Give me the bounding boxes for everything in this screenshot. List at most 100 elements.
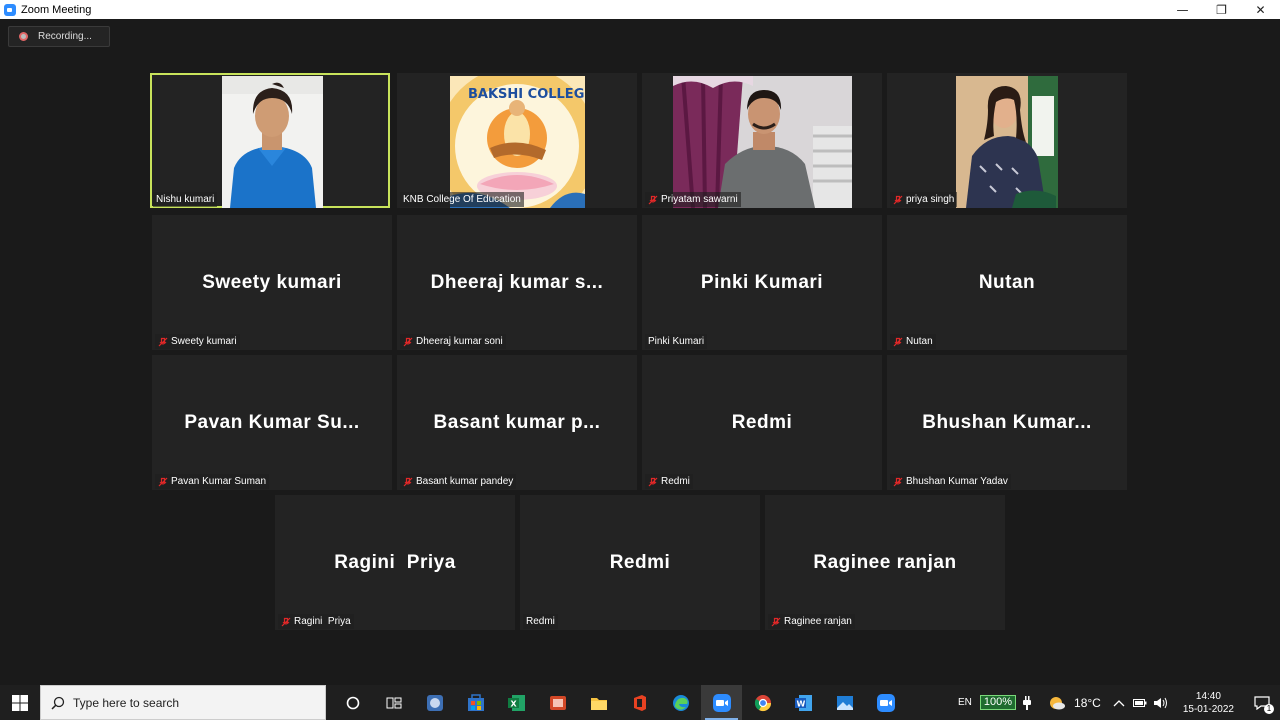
video-feed-priyatam	[673, 76, 852, 208]
microphone-muted-icon	[893, 477, 903, 487]
system-tray: EN 100% 18°C 14:40 15-01-2022 1	[958, 685, 1280, 720]
close-button[interactable]: ✕	[1241, 0, 1280, 19]
taskbar-apps: X W	[332, 685, 906, 720]
participant-display-name: Bhushan Kumar...	[922, 411, 1092, 433]
store-icon[interactable]	[455, 685, 496, 720]
participant-display-name: Raginee ranjan	[813, 551, 957, 573]
chrome-icon[interactable]	[742, 685, 783, 720]
participant-tile[interactable]: Basant kumar p... Basant kumar pandey	[397, 355, 637, 490]
window-title: Zoom Meeting	[21, 3, 92, 16]
zoom-icon[interactable]	[701, 685, 742, 720]
participant-name-tag: priya singh	[890, 192, 958, 207]
volume-icon[interactable]	[1153, 696, 1169, 710]
participant-tile[interactable]: Raginee ranjan Raginee ranjan	[765, 495, 1005, 630]
microphone-muted-icon	[281, 617, 291, 627]
clock-time: 14:40	[1195, 690, 1221, 702]
taskbar: Type here to search X W EN 100% 18°C 14:…	[0, 685, 1280, 720]
participant-name-tag: Ragini Priya	[278, 614, 354, 629]
participant-tile[interactable]: Redmi Redmi	[520, 495, 760, 630]
start-button[interactable]	[0, 685, 40, 720]
power-plug-icon	[1023, 695, 1032, 710]
temperature[interactable]: 18°C	[1074, 696, 1101, 710]
zoom-app-icon	[4, 3, 16, 16]
video-feed-priya	[956, 76, 1058, 208]
file-explorer-icon[interactable]	[578, 685, 619, 720]
participant-name-tag: Redmi	[523, 614, 558, 629]
video-feed-college-logo: BAKSHI COLLEGE OF E	[450, 76, 585, 208]
windows-logo-icon	[12, 694, 28, 711]
svg-text:W: W	[796, 699, 805, 708]
participant-tile[interactable]: BAKSHI COLLEGE OF E KNB College Of Educa…	[397, 73, 637, 208]
edge-icon[interactable]	[660, 685, 701, 720]
restore-button[interactable]: ❐	[1202, 0, 1241, 19]
photos-icon[interactable]	[824, 685, 865, 720]
participant-display-name: Ragini Priya	[334, 551, 456, 573]
participant-tile[interactable]: priya singh	[887, 73, 1127, 208]
notification-count: 1	[1264, 704, 1274, 714]
participant-tile[interactable]: Redmi Redmi	[642, 355, 882, 490]
participant-tile[interactable]: Bhushan Kumar... Bhushan Kumar Yadav	[887, 355, 1127, 490]
clock-date: 15-01-2022	[1182, 703, 1234, 715]
svg-text:BAKSHI COLLEGE OF E: BAKSHI COLLEGE OF E	[468, 87, 585, 102]
microphone-muted-icon	[893, 337, 903, 347]
participant-display-name: Dheeraj kumar s...	[430, 271, 604, 293]
microphone-muted-icon	[403, 337, 413, 347]
svg-text:X: X	[510, 699, 517, 708]
office-icon[interactable]	[619, 685, 660, 720]
search-placeholder: Type here to search	[73, 695, 180, 710]
participant-display-name: Basant kumar p...	[433, 411, 601, 433]
participant-display-name: Sweety kumari	[202, 271, 342, 293]
participant-display-name: Pinki Kumari	[700, 271, 824, 293]
participant-tile[interactable]: Sweety kumari Sweety kumari	[152, 215, 392, 350]
participant-tile[interactable]: Ragini Priya Ragini Priya	[275, 495, 515, 630]
participant-name-tag: Redmi	[645, 474, 693, 489]
participant-tile[interactable]: Pinki Kumari Pinki Kumari	[642, 215, 882, 350]
participant-name-tag: Raginee ranjan	[768, 614, 855, 629]
microphone-muted-icon	[158, 477, 168, 487]
word-icon[interactable]: W	[783, 685, 824, 720]
excel-icon[interactable]: X	[496, 685, 537, 720]
participant-tile[interactable]: Dheeraj kumar s... Dheeraj kumar soni	[397, 215, 637, 350]
task-view-icon[interactable]	[373, 685, 414, 720]
participant-tile[interactable]: Nutan Nutan	[887, 215, 1127, 350]
participant-name-tag: Bhushan Kumar Yadav	[890, 474, 1011, 489]
participant-name-tag: KNB College Of Education	[400, 192, 524, 207]
cortana-icon[interactable]	[332, 685, 373, 720]
meeting-area: Recording... Nishu kumari BAKSHI COLLEG …	[0, 19, 1280, 685]
participant-name-tag: Sweety kumari	[155, 334, 240, 349]
presentation-icon[interactable]	[537, 685, 578, 720]
participant-tile[interactable]: Priyatam sawarni	[642, 73, 882, 208]
microphone-muted-icon	[403, 477, 413, 487]
weather-sun-icon[interactable]	[1048, 695, 1066, 711]
participant-display-name: Redmi	[731, 411, 793, 433]
battery-percent-badge[interactable]: 100%	[979, 695, 1017, 710]
participant-name-tag: Pinki Kumari	[645, 334, 708, 349]
participant-name-tag: Dheeraj kumar soni	[400, 334, 506, 349]
participant-tile[interactable]: Pavan Kumar Su... Pavan Kumar Suman	[152, 355, 392, 490]
language-indicator[interactable]: EN	[958, 697, 972, 708]
microphone-muted-icon	[771, 617, 781, 627]
clock[interactable]: 14:40 15-01-2022	[1183, 690, 1234, 716]
minimize-button[interactable]: —	[1163, 0, 1202, 19]
participant-display-name: Redmi	[609, 551, 671, 573]
participant-tile[interactable]: Nishu kumari	[150, 73, 390, 208]
participant-name-tag: Nishu kumari	[153, 192, 218, 207]
battery-icon[interactable]	[1132, 698, 1147, 708]
zoom-icon[interactable]	[865, 685, 906, 720]
participant-name-tag: Pavan Kumar Suman	[155, 474, 270, 489]
participant-name-tag: Priyatam sawarni	[645, 192, 741, 207]
taskbar-search-box[interactable]: Type here to search	[40, 685, 326, 720]
microphone-muted-icon	[158, 337, 168, 347]
chevron-up-icon[interactable]	[1113, 698, 1125, 708]
recording-label: Recording...	[38, 31, 92, 42]
microphone-muted-icon	[893, 195, 903, 205]
microphone-muted-icon	[648, 477, 658, 487]
search-icon	[51, 696, 65, 710]
microphone-muted-icon	[648, 195, 658, 205]
participant-display-name: Nutan	[978, 271, 1036, 293]
notification-button[interactable]: 1	[1244, 685, 1280, 720]
window-controls: — ❐ ✕	[1163, 0, 1280, 19]
participant-name-tag: Basant kumar pandey	[400, 474, 517, 489]
snipping-tool-icon[interactable]	[414, 685, 455, 720]
recording-indicator[interactable]: Recording...	[8, 26, 110, 47]
